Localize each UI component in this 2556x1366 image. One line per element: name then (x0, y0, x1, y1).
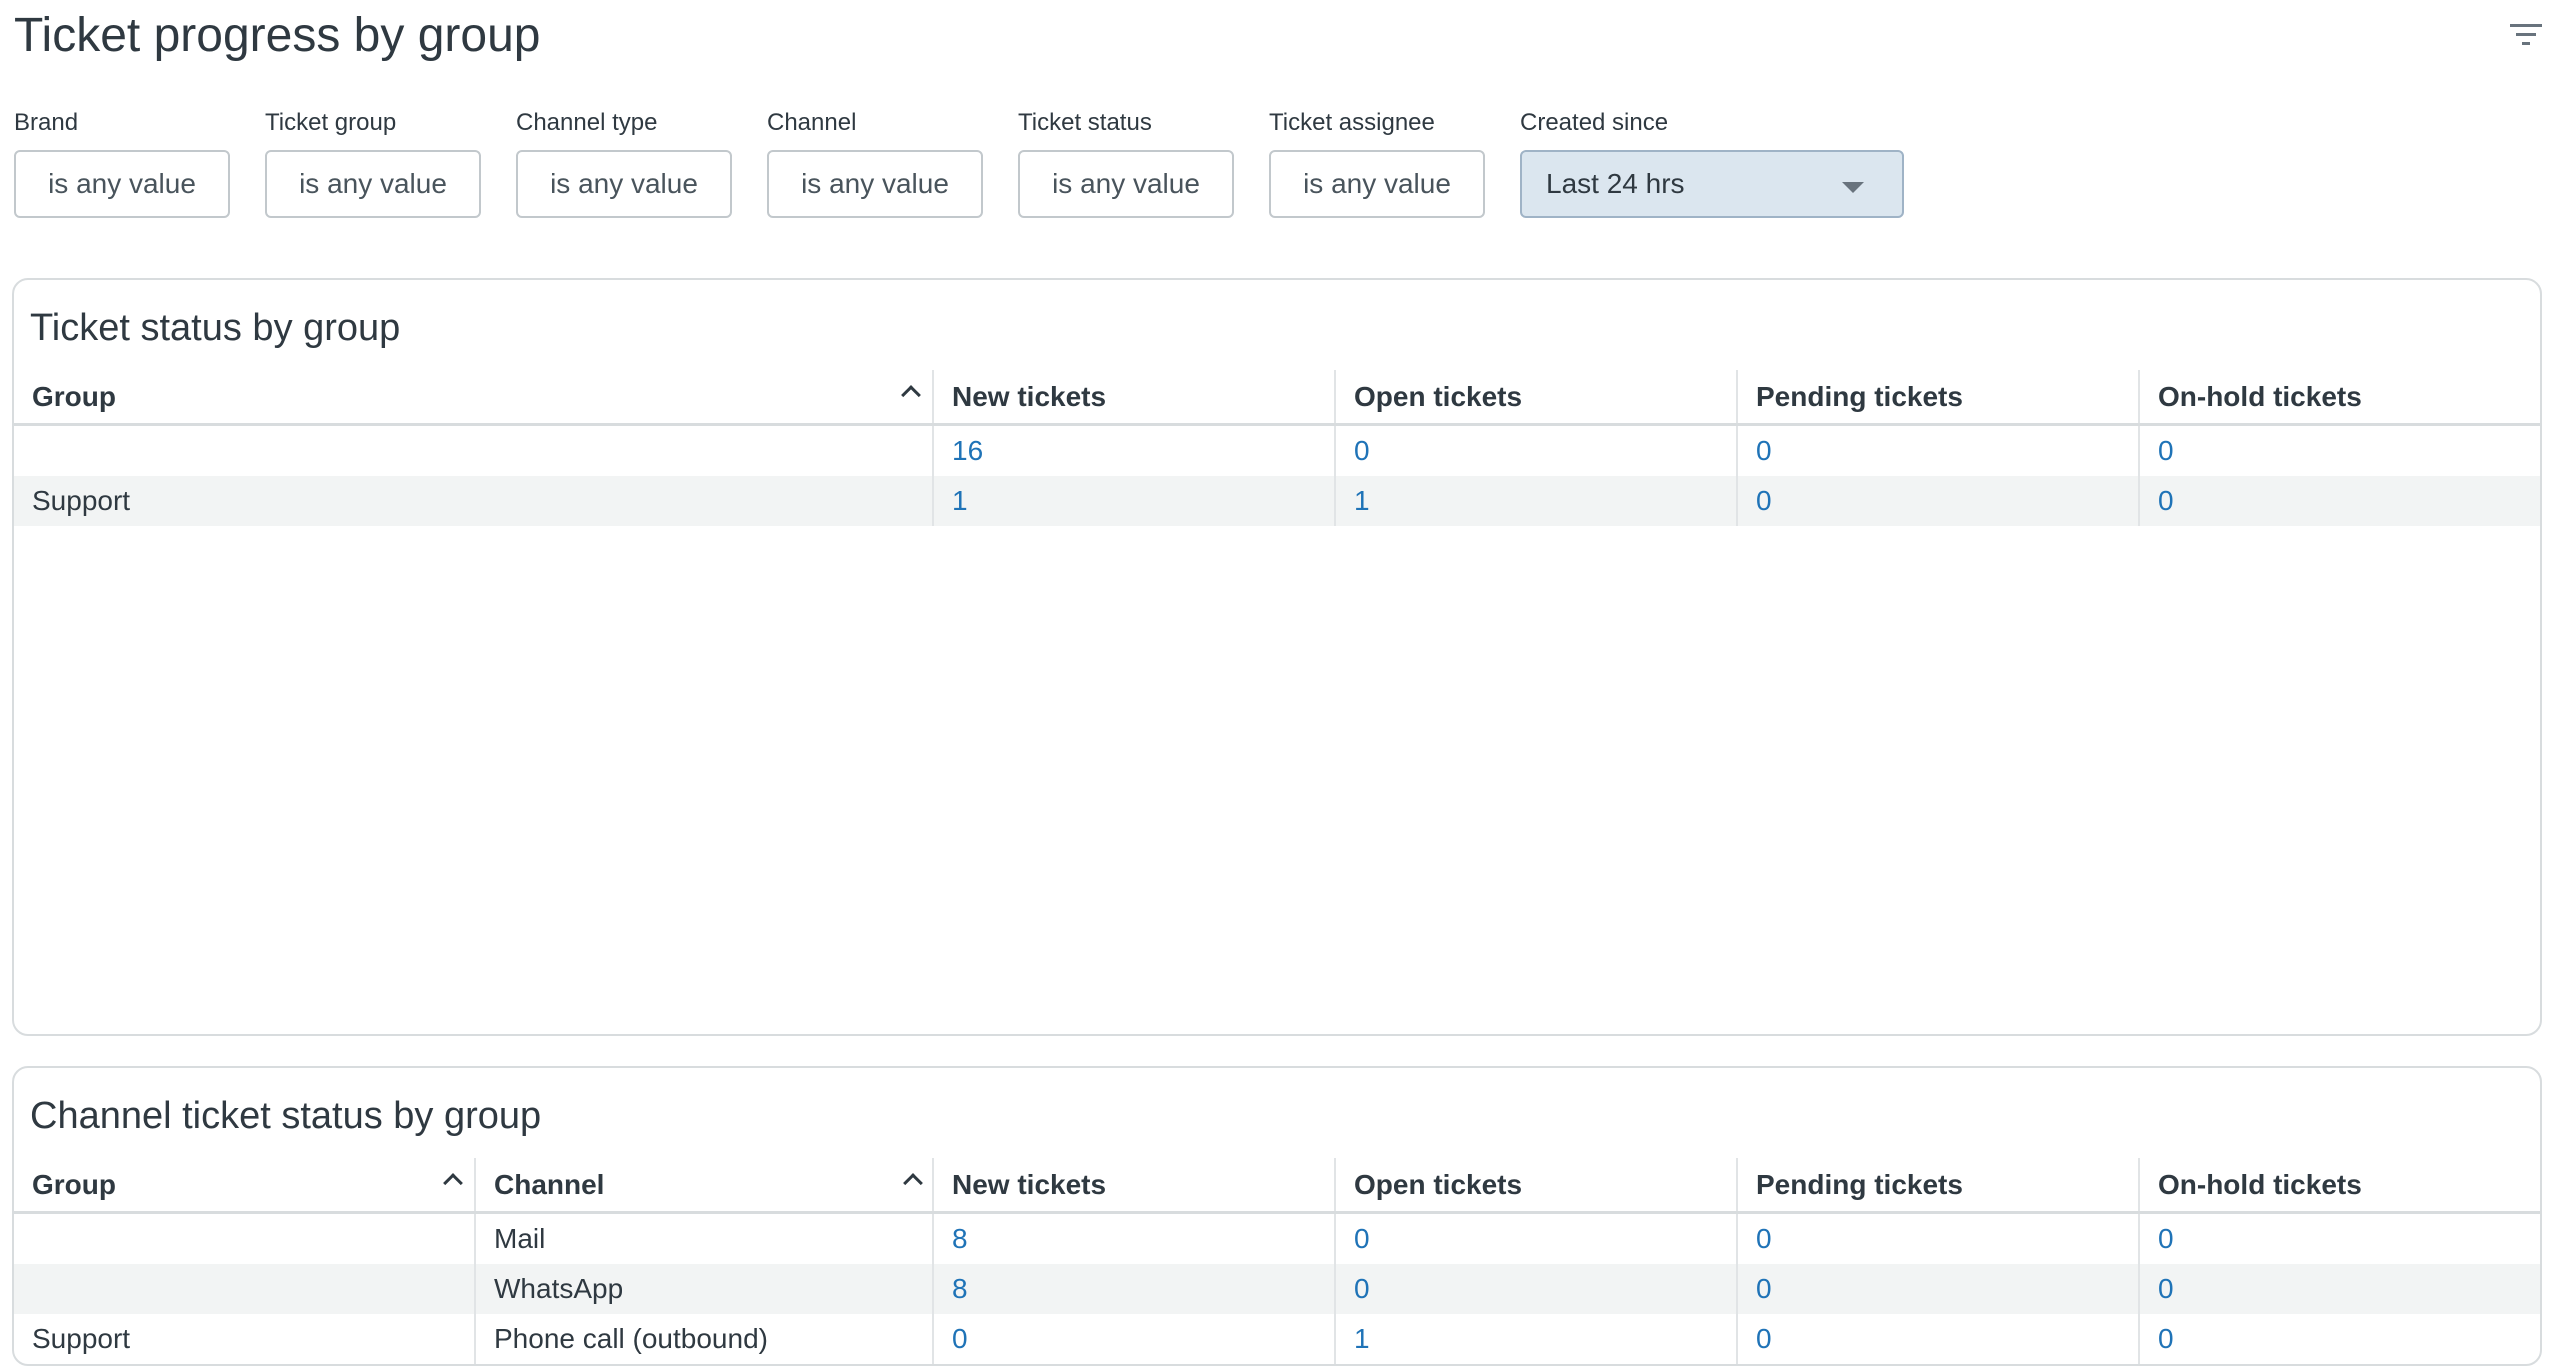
panel-title: Channel ticket status by group (30, 1095, 542, 1137)
filter-label: Ticket assignee (1269, 109, 1435, 136)
column-header-group[interactable]: Group (14, 1158, 474, 1211)
table-row: Support Phone call (outbound) 0 1 0 0 (14, 1314, 2540, 1364)
filter-channel: Channel is any value (767, 108, 983, 218)
cell-new-tickets[interactable]: 8 (932, 1264, 1334, 1314)
filter-brand: Brand is any value (14, 108, 230, 218)
column-header-pending[interactable]: Pending tickets (1736, 370, 2138, 423)
cell-new-tickets[interactable]: 16 (932, 426, 1334, 476)
cell-pending-tickets[interactable]: 0 (1736, 426, 2138, 476)
filter-ticket-assignee: Ticket assignee is any value (1269, 108, 1485, 218)
cell-open-tickets[interactable]: 0 (1334, 1214, 1736, 1264)
filter-lines-icon[interactable] (2508, 20, 2544, 50)
cell-on-hold-tickets[interactable]: 0 (2138, 1264, 2540, 1314)
channel-filter-button[interactable]: is any value (767, 150, 983, 218)
cell-group: Support (32, 485, 131, 516)
filter-bar: Brand is any value Ticket group is any v… (14, 108, 2414, 228)
cell-group (14, 1264, 474, 1314)
column-header-on-hold[interactable]: On-hold tickets (2138, 1158, 2540, 1211)
ticket-status-by-group-panel: Ticket status by group Group New tickets… (12, 278, 2542, 1036)
sort-ascending-icon[interactable] (901, 385, 921, 405)
cell-on-hold-tickets[interactable]: 0 (2138, 476, 2540, 526)
sort-ascending-icon[interactable] (443, 1173, 463, 1193)
cell-group (14, 1214, 474, 1264)
created-since-dropdown[interactable]: Last 24 hrs (1520, 150, 1904, 218)
column-header-on-hold[interactable]: On-hold tickets (2138, 370, 2540, 423)
table-row: 16 0 0 0 (14, 426, 2540, 476)
table-header-row: Group Channel New tickets Open tickets P… (14, 1158, 2540, 1214)
cell-channel: WhatsApp (474, 1264, 932, 1314)
filter-label: Channel (767, 109, 857, 136)
cell-channel: Mail (474, 1214, 932, 1264)
column-header-label: Channel (494, 1168, 605, 1200)
filter-label: Brand (14, 109, 79, 136)
ticket-assignee-filter-button[interactable]: is any value (1269, 150, 1485, 218)
filter-label: Created since (1520, 109, 1669, 136)
filter-label: Ticket group (265, 109, 397, 136)
column-header-channel[interactable]: Channel (474, 1158, 932, 1211)
channel-ticket-status-by-group-panel: Channel ticket status by group Group Cha… (12, 1066, 2542, 1366)
created-since-value: Last 24 hrs (1546, 168, 1685, 199)
cell-on-hold-tickets[interactable]: 0 (2138, 1314, 2540, 1364)
table-row: WhatsApp 8 0 0 0 (14, 1264, 2540, 1314)
caret-down-icon (1842, 182, 1864, 193)
cell-pending-tickets[interactable]: 0 (1736, 1264, 2138, 1314)
cell-open-tickets[interactable]: 0 (1334, 1264, 1736, 1314)
cell-new-tickets[interactable]: 8 (932, 1214, 1334, 1264)
column-header-new[interactable]: New tickets (932, 1158, 1334, 1211)
cell-open-tickets[interactable]: 0 (1334, 426, 1736, 476)
page-title: Ticket progress by group (14, 9, 541, 62)
filter-created-since: Created since Last 24 hrs (1520, 108, 1904, 218)
cell-on-hold-tickets[interactable]: 0 (2138, 1214, 2540, 1264)
column-header-open[interactable]: Open tickets (1334, 1158, 1736, 1211)
table-row: Support 1 1 0 0 (14, 476, 2540, 526)
column-header-group[interactable]: Group (14, 370, 932, 423)
cell-pending-tickets[interactable]: 0 (1736, 476, 2138, 526)
cell-pending-tickets[interactable]: 0 (1736, 1214, 2138, 1264)
panel-title: Ticket status by group (30, 307, 401, 349)
column-header-label: Group (32, 380, 116, 412)
brand-filter-button[interactable]: is any value (14, 150, 230, 218)
filter-ticket-group: Ticket group is any value (265, 108, 481, 218)
cell-new-tickets[interactable]: 0 (932, 1314, 1334, 1364)
ticket-status-filter-button[interactable]: is any value (1018, 150, 1234, 218)
cell-group: Support (32, 1323, 131, 1354)
cell-group (14, 426, 932, 476)
filter-ticket-status: Ticket status is any value (1018, 108, 1234, 218)
filter-label: Ticket status (1018, 109, 1152, 136)
column-header-label: Group (32, 1168, 116, 1200)
cell-channel: Phone call (outbound) (474, 1314, 932, 1364)
cell-open-tickets[interactable]: 1 (1334, 1314, 1736, 1364)
filter-label: Channel type (516, 109, 658, 136)
table-header-row: Group New tickets Open tickets Pending t… (14, 370, 2540, 426)
column-header-open[interactable]: Open tickets (1334, 370, 1736, 423)
ticket-group-filter-button[interactable]: is any value (265, 150, 481, 218)
filter-channel-type: Channel type is any value (516, 108, 732, 218)
cell-open-tickets[interactable]: 1 (1334, 476, 1736, 526)
sort-ascending-icon[interactable] (903, 1173, 923, 1193)
column-header-pending[interactable]: Pending tickets (1736, 1158, 2138, 1211)
table-row: Mail 8 0 0 0 (14, 1214, 2540, 1264)
cell-pending-tickets[interactable]: 0 (1736, 1314, 2138, 1364)
cell-on-hold-tickets[interactable]: 0 (2138, 426, 2540, 476)
column-header-new[interactable]: New tickets (932, 370, 1334, 423)
cell-new-tickets[interactable]: 1 (932, 476, 1334, 526)
channel-type-filter-button[interactable]: is any value (516, 150, 732, 218)
